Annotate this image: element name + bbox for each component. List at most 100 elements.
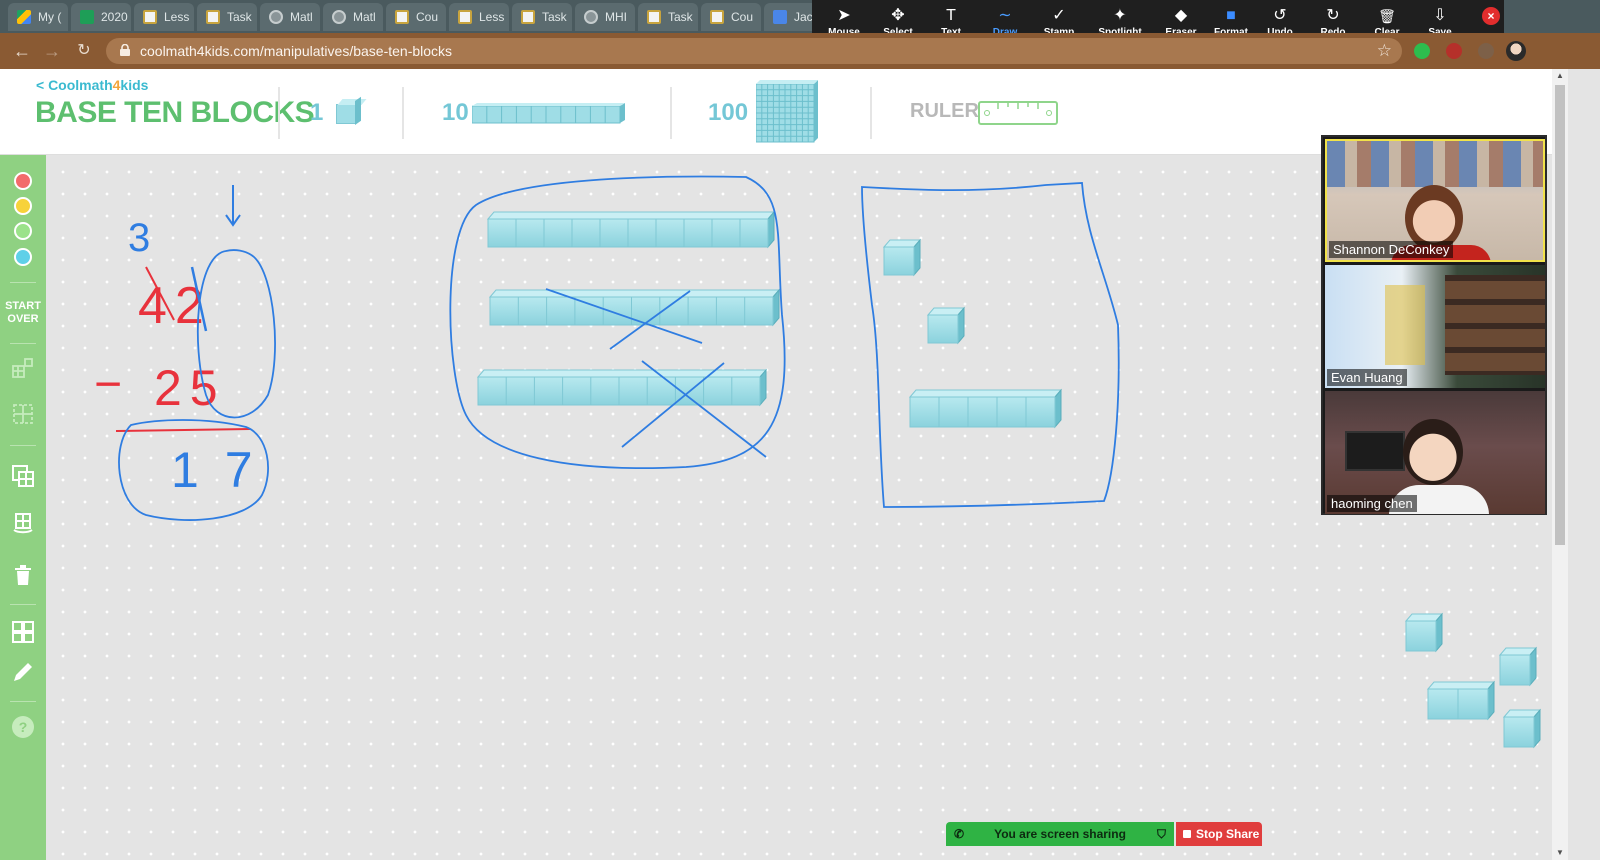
subtraction-problem: 3 42 − 25 17 (94, 185, 279, 521)
header-divider (870, 87, 872, 139)
unit-cube-block[interactable] (1404, 612, 1444, 653)
unit-cube-block[interactable] (926, 306, 966, 345)
arrange-blocks-icon[interactable] (11, 464, 35, 488)
bookmark-star-icon[interactable]: ☆ (1377, 40, 1392, 62)
scroll-thumb[interactable] (1555, 85, 1565, 545)
two-unit-rod-block[interactable] (1426, 680, 1496, 721)
participant-name: haoming chen (1327, 495, 1417, 512)
hundreds-block-tool[interactable]: 100 (700, 77, 840, 145)
rail-divider (10, 604, 36, 605)
doc-favicon-icon (647, 10, 661, 24)
hundreds-label: 100 (708, 99, 749, 126)
subtrahend: 25 (154, 360, 226, 416)
doc-favicon-icon (206, 10, 220, 24)
help-icon[interactable]: ? (11, 715, 35, 739)
reload-icon[interactable]: ↻ (74, 41, 94, 61)
share-status-text: You are screen sharing (994, 827, 1126, 841)
browser-tab[interactable]: Task (638, 3, 698, 31)
browser-tab[interactable]: Cou (701, 3, 761, 31)
extension-badge-icon[interactable] (1446, 43, 1462, 59)
unit-cube-block[interactable] (882, 238, 922, 277)
forward-arrow-icon[interactable]: → (42, 41, 62, 61)
doc-favicon-icon (395, 10, 409, 24)
participant-video-tile[interactable]: haoming chen (1325, 391, 1545, 514)
close-annotation-icon[interactable]: × (1482, 7, 1500, 25)
tab-label: Task (227, 10, 252, 24)
borrow-digit: 3 (128, 216, 150, 260)
start-over-button[interactable]: START OVER (0, 300, 46, 326)
doc-favicon-icon (710, 10, 724, 24)
browser-tab[interactable]: Task (512, 3, 572, 31)
tab-label: Matl (353, 10, 376, 24)
browser-tab[interactable]: Less (134, 3, 194, 31)
group-blocks-icon[interactable] (11, 356, 35, 380)
result-group (861, 182, 1120, 508)
profile-avatar[interactable] (1506, 41, 1526, 61)
svg-text:?: ? (19, 719, 28, 735)
browser-tab[interactable]: Task (197, 3, 257, 31)
participant-video-tile[interactable]: Evan Huang (1325, 265, 1545, 388)
participant-video-tile[interactable]: Shannon DeConkey (1325, 139, 1545, 262)
unit-cube-block[interactable] (1502, 708, 1542, 749)
operator: − (94, 358, 122, 411)
ten-rod-block[interactable] (486, 210, 776, 249)
five-unit-rod-block[interactable] (908, 388, 1063, 429)
undo-icon: ↺ (1273, 7, 1287, 24)
ones-block-tool[interactable]: 1 (300, 87, 380, 139)
yellow-color-swatch[interactable] (14, 197, 32, 215)
omnibox[interactable]: coolmath4kids.com/manipulatives/base-ten… (106, 38, 1402, 64)
unit-cube-block[interactable] (1498, 646, 1538, 687)
move-icon: ✥ (891, 7, 905, 24)
rotate-blocks-icon[interactable] (11, 510, 35, 534)
extension-icon[interactable] (1414, 43, 1430, 59)
sheets-favicon-icon (80, 10, 94, 24)
pencil-icon[interactable] (11, 660, 35, 684)
blue-color-swatch[interactable] (14, 248, 32, 266)
break-blocks-icon[interactable] (11, 402, 35, 426)
tab-label: Less (164, 10, 190, 24)
tab-label: My ( (38, 10, 62, 24)
header-divider (670, 87, 672, 139)
tens-block-tool[interactable]: 10 (430, 87, 640, 139)
globe-favicon-icon (584, 10, 598, 24)
header-divider (278, 87, 280, 139)
trash-icon[interactable] (11, 563, 35, 587)
back-arrow-icon[interactable]: ← (12, 41, 32, 61)
back-link-suffix: kids (120, 77, 149, 93)
format-icon: ■ (1226, 7, 1236, 24)
phone-icon: ✆ (954, 827, 965, 841)
browser-tab[interactable]: Matl (260, 3, 320, 31)
rail-divider (10, 445, 36, 446)
browser-tab[interactable]: 2020 (71, 3, 131, 31)
ones-label: 1 (310, 99, 324, 126)
rail-divider (10, 701, 36, 702)
drive-favicon-icon (17, 10, 31, 24)
tens-rod-icon (472, 103, 625, 124)
doc-favicon-icon (521, 10, 535, 24)
scroll-down-icon[interactable]: ▼ (1552, 846, 1568, 860)
ruler-tool[interactable]: RULER (900, 87, 1070, 139)
browser-tab[interactable]: Cou (386, 3, 446, 31)
header-divider (402, 87, 404, 139)
page-scrollbar[interactable]: ▲ ▼ (1552, 69, 1568, 860)
arrow-annotation (225, 185, 241, 227)
stop-share-button[interactable]: Stop Share (1176, 822, 1262, 846)
browser-tab[interactable]: Less (449, 3, 509, 31)
stop-share-label: Stop Share (1196, 827, 1260, 841)
result: 17 (171, 442, 279, 498)
green-color-swatch[interactable] (14, 222, 32, 240)
tab-label: MHI (605, 10, 627, 24)
participant-face (1403, 419, 1463, 485)
save-icon: ⇩ (1433, 7, 1447, 24)
extensions-puzzle-icon[interactable] (1478, 43, 1494, 59)
browser-tab[interactable]: Matl (323, 3, 383, 31)
calculator-icon[interactable] (11, 620, 35, 644)
tool-rail: START OVER ? (0, 155, 46, 860)
tab-label: 2020 (101, 10, 128, 24)
coolmath4kids-back-link[interactable]: < Coolmath4kids (36, 77, 148, 93)
scroll-up-icon[interactable]: ▲ (1552, 69, 1568, 83)
ten-rod-block[interactable] (476, 368, 768, 407)
red-color-swatch[interactable] (14, 172, 32, 190)
browser-tab[interactable]: My ( (8, 3, 68, 31)
browser-tab[interactable]: MHI (575, 3, 635, 31)
